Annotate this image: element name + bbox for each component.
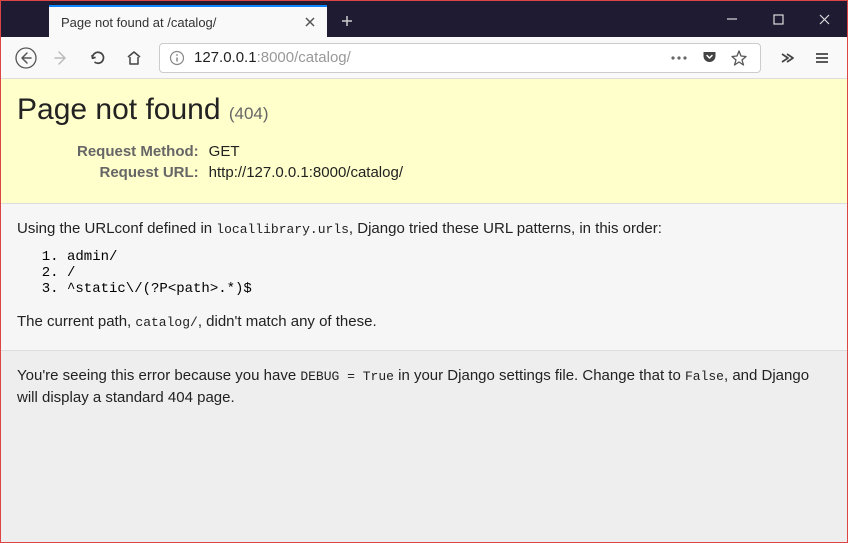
pocket-icon[interactable] xyxy=(696,45,722,71)
debug-text: You're seeing this error because you hav… xyxy=(17,365,831,407)
request-method-label: Request Method: xyxy=(17,141,209,162)
request-table: Request Method: GET Request URL: http://… xyxy=(17,141,403,183)
url-text: 127.0.0.1:8000/catalog/ xyxy=(194,49,662,66)
toolbar: 127.0.0.1:8000/catalog/ xyxy=(1,37,847,79)
bookmark-icon[interactable] xyxy=(726,45,752,71)
pattern-item: admin/ xyxy=(67,249,831,265)
window-controls xyxy=(709,1,847,37)
page-actions-icon[interactable] xyxy=(666,45,692,71)
debug-explanation: You're seeing this error because you hav… xyxy=(1,351,847,421)
maximize-button[interactable] xyxy=(755,1,801,37)
overflow-icon[interactable] xyxy=(769,41,803,75)
error-title: Page not found (404) xyxy=(17,93,269,126)
url-bar[interactable]: 127.0.0.1:8000/catalog/ xyxy=(159,43,761,73)
site-info-icon[interactable] xyxy=(168,49,186,67)
urlconf-intro: Using the URLconf defined in locallibrar… xyxy=(17,218,831,239)
no-match-text: The current path, catalog/, didn't match… xyxy=(17,311,831,332)
page-content: Page not found (404) Request Method: GET… xyxy=(1,79,847,542)
pattern-item: ^static\/(?P<path>.*)$ xyxy=(67,281,831,297)
url-actions xyxy=(662,45,756,71)
request-url-label: Request URL: xyxy=(17,162,209,183)
request-url-value: http://127.0.0.1:8000/catalog/ xyxy=(209,162,403,183)
pattern-list: admin/ / ^static\/(?P<path>.*)$ xyxy=(67,249,831,297)
request-method-value: GET xyxy=(209,141,403,162)
error-summary: Page not found (404) Request Method: GET… xyxy=(1,79,847,204)
home-button[interactable] xyxy=(117,41,151,75)
pattern-item: / xyxy=(67,265,831,281)
browser-tab[interactable]: Page not found at /catalog/ xyxy=(49,5,327,37)
menu-button[interactable] xyxy=(805,41,839,75)
urlconf-info: Using the URLconf defined in locallibrar… xyxy=(1,204,847,351)
new-tab-button[interactable] xyxy=(331,5,363,37)
minimize-button[interactable] xyxy=(709,1,755,37)
error-code: (404) xyxy=(229,104,269,123)
tab-title: Page not found at /catalog/ xyxy=(61,15,301,30)
back-button[interactable] xyxy=(9,41,43,75)
reload-button[interactable] xyxy=(81,41,115,75)
titlebar: Page not found at /catalog/ xyxy=(1,1,847,37)
close-window-button[interactable] xyxy=(801,1,847,37)
close-tab-icon[interactable] xyxy=(301,13,319,31)
forward-button[interactable] xyxy=(45,41,79,75)
